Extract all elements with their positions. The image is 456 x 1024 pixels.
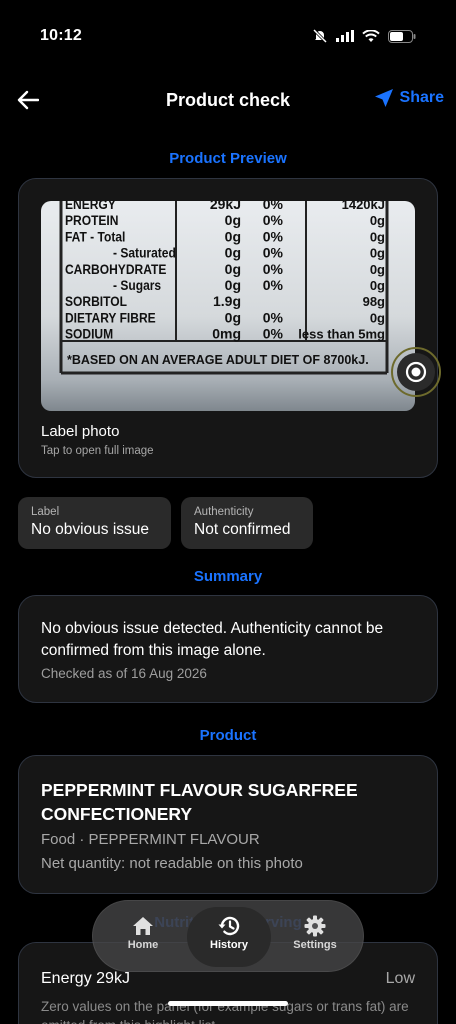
product-category: Food · PEPPERMINT FLAVOUR bbox=[41, 831, 260, 848]
preview-card[interactable]: ENERGY 29kJ 0% 1420kJ PROTEIN 0g 0% 0g FAT - Tot… bbox=[18, 178, 441, 478]
label-row-value: 0g bbox=[225, 245, 241, 261]
label-row-name: SORBITOL bbox=[65, 293, 127, 309]
label-footnote: *BASED ON AN AVERAGE ADULT DIET OF 8700k… bbox=[67, 353, 369, 367]
label-row-name: PROTEIN bbox=[65, 212, 118, 228]
label-row-percent: 0% bbox=[263, 326, 284, 342]
label-row-percent: 0% bbox=[263, 309, 284, 325]
tab-home[interactable]: Home bbox=[103, 913, 183, 951]
label-row-value: 0g bbox=[225, 277, 241, 293]
label-row-value: 0g bbox=[225, 309, 241, 325]
label-row-name: - Saturated bbox=[113, 245, 176, 261]
nutrition-label-image: ENERGY 29kJ 0% 1420kJ PROTEIN 0g 0% 0g FAT - Tot… bbox=[59, 201, 389, 375]
status-time: 10:12 bbox=[40, 27, 82, 44]
label-row-per100: 0g bbox=[370, 310, 385, 325]
energy-value: Energy 29kJ bbox=[41, 970, 130, 987]
tab-label: History bbox=[210, 939, 248, 951]
label-row-name: SODIUM bbox=[65, 326, 113, 342]
signal-icon bbox=[336, 30, 354, 42]
send-icon bbox=[374, 89, 393, 107]
label-row-per100: 0g bbox=[370, 278, 385, 293]
tab-history[interactable]: History bbox=[189, 913, 269, 951]
energy-level: Low bbox=[385, 970, 415, 987]
tab-label: Home bbox=[127, 939, 159, 951]
status-bar: 10:12 bbox=[0, 0, 456, 70]
chip-value: No obvious issue bbox=[31, 521, 150, 538]
label-row-percent: 0% bbox=[263, 201, 284, 212]
label-row-name: ENERGY bbox=[65, 201, 116, 212]
label-row-value: 0g bbox=[225, 261, 241, 277]
chip-key: Authenticity bbox=[194, 506, 254, 518]
home-indicator bbox=[168, 1001, 288, 1006]
label-row-per100: 1420kJ bbox=[342, 201, 385, 212]
photo-hint: Tap to open full image bbox=[41, 445, 154, 457]
target-icon bbox=[405, 361, 427, 383]
label-photo[interactable]: ENERGY 29kJ 0% 1420kJ PROTEIN 0g 0% 0g FAT - Tot… bbox=[41, 201, 415, 411]
product-card: PEPPERMINT FLAVOUR SUGARFREE CONFECTIONE… bbox=[18, 755, 438, 894]
label-row-value: 1.9g bbox=[213, 293, 241, 309]
tab-bar: Home History Settings bbox=[92, 900, 364, 972]
label-row-name: FAT - Total bbox=[65, 229, 125, 245]
label-row-per100: 0g bbox=[370, 229, 385, 244]
label-row-name: CARBOHYDRATE bbox=[65, 261, 167, 277]
product-name: PEPPERMINT FLAVOUR SUGARFREE CONFECTIONE… bbox=[41, 780, 358, 824]
summary-heading: Summary bbox=[193, 568, 263, 585]
label-row-percent: 0% bbox=[263, 261, 284, 277]
gear-icon bbox=[304, 915, 326, 937]
label-row-value: 0g bbox=[225, 212, 241, 228]
scan-button[interactable] bbox=[391, 347, 441, 397]
wifi-icon bbox=[362, 29, 380, 42]
label-status-chip: Label No obvious issue bbox=[18, 497, 171, 549]
share-button[interactable]: Share bbox=[374, 88, 444, 108]
status-icons bbox=[312, 28, 416, 44]
nav-bar: Product check Share bbox=[0, 80, 456, 120]
summary-text: No obvious issue detected. Authenticity … bbox=[41, 620, 384, 659]
authenticity-chip: Authenticity Not confirmed bbox=[181, 497, 313, 549]
label-row-percent: 0% bbox=[263, 212, 284, 228]
label-row-name: DIETARY FIBRE bbox=[65, 310, 156, 326]
chip-value: Not confirmed bbox=[194, 521, 291, 538]
label-row-per100: 0g bbox=[370, 213, 385, 228]
battery-icon bbox=[388, 29, 416, 43]
share-label: Share bbox=[399, 89, 444, 106]
checked-date: Checked as of 16 Aug 2026 bbox=[41, 666, 207, 681]
mute-icon bbox=[312, 28, 328, 44]
summary-card: No obvious issue detected. Authenticity … bbox=[18, 595, 438, 703]
label-row-value: 0g bbox=[225, 228, 241, 244]
label-row-percent: 0% bbox=[263, 245, 284, 261]
product-heading: Product bbox=[199, 727, 257, 744]
history-icon bbox=[218, 916, 240, 936]
tab-settings[interactable]: Settings bbox=[275, 913, 355, 951]
label-row-name: - Sugars bbox=[113, 277, 161, 293]
label-row-per100: 98g bbox=[363, 294, 385, 309]
product-quantity: Net quantity: not readable on this photo bbox=[41, 855, 303, 872]
preview-heading: Product Preview bbox=[169, 150, 287, 167]
label-row-per100: less than 5mg bbox=[298, 327, 385, 342]
tab-label: Settings bbox=[293, 939, 337, 951]
label-row-percent: 0% bbox=[263, 277, 284, 293]
photo-label: Label photo bbox=[41, 423, 120, 440]
label-row-value: 29kJ bbox=[210, 201, 241, 212]
chip-key: Label bbox=[31, 506, 60, 518]
label-row-value: 0mg bbox=[212, 326, 241, 342]
label-row-per100: 0g bbox=[370, 246, 385, 261]
home-icon bbox=[133, 917, 153, 935]
label-row-percent: 0% bbox=[263, 228, 284, 244]
label-row-per100: 0g bbox=[370, 262, 385, 277]
